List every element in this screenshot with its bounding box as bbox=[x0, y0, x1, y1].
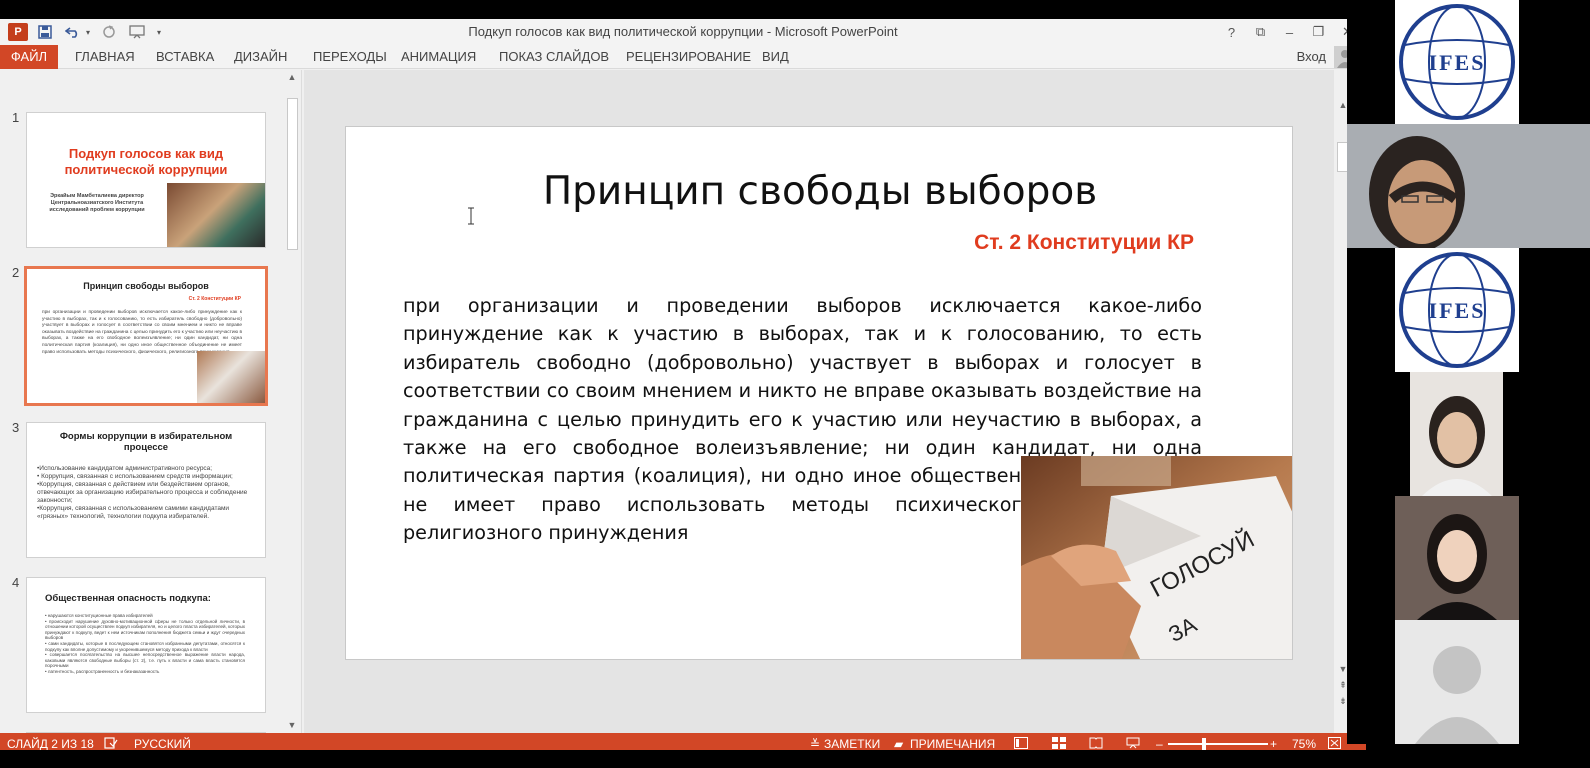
video-tile-logo[interactable]: IFES bbox=[1347, 0, 1590, 124]
ifes-logo: IFES bbox=[1395, 0, 1519, 124]
zoom-slider[interactable] bbox=[1168, 743, 1268, 745]
slide-counter[interactable]: СЛАЙД 2 ИЗ 18 bbox=[7, 737, 94, 750]
tab-review[interactable]: РЕЦЕНЗИРОВАНИЕ bbox=[626, 48, 751, 68]
ifes-logo-text: IFES bbox=[1429, 50, 1486, 75]
screen: P ▾ ▾ Подкуп голосов как вид политическо… bbox=[0, 0, 1590, 768]
slide-thumbnail-4[interactable]: Общественная опасность подкупа: • наруша… bbox=[26, 577, 266, 713]
current-slide[interactable]: Принцип свободы выборов Ст. 2 Конституци… bbox=[345, 126, 1293, 660]
tab-file[interactable]: ФАЙЛ bbox=[0, 45, 58, 69]
sign-in-link[interactable]: Вход bbox=[1297, 49, 1326, 64]
thumbnail-list-item: • совершается посягательство на высшее н… bbox=[45, 652, 245, 669]
comments-button[interactable]: ПРИМЕЧАНИЯ bbox=[910, 737, 995, 750]
thumbnail-body: при организации и проведении выборов иск… bbox=[42, 310, 242, 355]
slide-thumbnail-1[interactable]: Подкуп голосов как вид политической корр… bbox=[26, 112, 266, 248]
video-tile-participant-3[interactable] bbox=[1347, 496, 1590, 620]
spell-check-icon[interactable] bbox=[104, 737, 118, 750]
thumbnail-list: •Использование кандидатом административн… bbox=[37, 465, 259, 521]
zoom-level[interactable]: 75% bbox=[1292, 737, 1316, 750]
thumbnail-title: Общественная опасность подкупа: bbox=[45, 593, 211, 604]
thumbnail-list-item: • Коррупция, связанная с использованием … bbox=[37, 473, 233, 480]
thumbnail-number: 3 bbox=[12, 420, 20, 435]
zoom-slider-handle[interactable] bbox=[1202, 738, 1206, 750]
thumbnail-subtitle: Ст. 2 Конституции КР bbox=[188, 296, 241, 302]
title-bar: P ▾ ▾ Подкуп голосов как вид политическо… bbox=[0, 19, 1366, 45]
help-icon[interactable]: ? bbox=[1217, 25, 1246, 40]
notes-button[interactable]: ЗАМЕТКИ bbox=[824, 737, 880, 750]
tab-design[interactable]: ДИЗАЙН bbox=[234, 48, 287, 68]
window-controls: ? ⧉ – ❐ ✕ bbox=[1217, 19, 1362, 45]
fit-slide-icon[interactable] bbox=[1328, 737, 1341, 750]
tab-transitions[interactable]: ПЕРЕХОДЫ bbox=[313, 48, 387, 68]
reading-view-icon[interactable] bbox=[1089, 737, 1103, 750]
thumbnail-list-item: •Коррупция, связанная с действием или бе… bbox=[37, 481, 248, 504]
tab-animations[interactable]: АНИМАЦИЯ bbox=[401, 48, 476, 68]
thumbnail-scrollbar[interactable]: ▲ ▼ bbox=[285, 70, 299, 733]
thumbnail-photo bbox=[197, 351, 265, 403]
language-indicator[interactable]: РУССКИЙ bbox=[134, 737, 191, 750]
slide-thumbnail-pane: 1 Подкуп голосов как вид политической ко… bbox=[0, 70, 302, 733]
thumbnail-title: Подкуп голосов как вид политической корр… bbox=[64, 146, 228, 177]
thumbnail-list-item: • происходит нарушение духовно-мотивацио… bbox=[45, 618, 245, 641]
tab-home[interactable]: ГЛАВНАЯ bbox=[75, 48, 135, 68]
scroll-up-icon[interactable]: ▲ bbox=[285, 72, 299, 82]
tab-view[interactable]: ВИД bbox=[762, 48, 789, 68]
ribbon-display-options-icon[interactable]: ⧉ bbox=[1246, 24, 1275, 40]
comments-icon[interactable]: ▰ bbox=[894, 737, 903, 750]
zoom-out-icon[interactable]: – bbox=[1156, 737, 1163, 750]
status-bar: СЛАЙД 2 ИЗ 18 РУССКИЙ ≚ ЗАМЕТКИ ▰ ПРИМЕЧ… bbox=[0, 733, 1366, 750]
text-cursor-icon bbox=[468, 207, 474, 225]
slide-show-view-icon[interactable] bbox=[1126, 737, 1140, 750]
window-title: Подкуп голосов как вид политической корр… bbox=[468, 24, 898, 39]
slide-thumbnail-3[interactable]: Формы коррупции в избирательном процессе… bbox=[26, 422, 266, 558]
slide-title[interactable]: Принцип свободы выборов bbox=[346, 169, 1292, 214]
tab-slide-show[interactable]: ПОКАЗ СЛАЙДОВ bbox=[499, 48, 609, 68]
video-tile-participant-4[interactable] bbox=[1347, 620, 1590, 744]
restore-icon[interactable]: ❐ bbox=[1304, 24, 1333, 40]
ifes-logo-text: IFES bbox=[1429, 298, 1486, 323]
avatar-placeholder-icon bbox=[1395, 620, 1519, 744]
thumbnail-list-item: •Коррупция, связанная с использованием с… bbox=[37, 505, 230, 520]
thumbnail-list-item: • сами кандидаты, которые в последующем … bbox=[45, 640, 245, 652]
thumbnail-title: Формы коррупции в избирательном процессе bbox=[59, 431, 233, 453]
thumbnail-list: • нарушаются конституционные права избир… bbox=[45, 613, 245, 675]
thumbnail-number: 1 bbox=[12, 110, 20, 125]
ribbon-tabs: ФАЙЛ ГЛАВНАЯ ВСТАВКА ДИЗАЙН ПЕРЕХОДЫ АНИ… bbox=[0, 45, 1366, 69]
powerpoint-window: P ▾ ▾ Подкуп голосов как вид политическо… bbox=[0, 19, 1366, 750]
minimize-icon[interactable]: – bbox=[1275, 25, 1304, 40]
ifes-logo: IFES bbox=[1395, 248, 1519, 372]
slide-sorter-view-icon[interactable] bbox=[1052, 737, 1066, 750]
thumbnail-list-item: • латентность, распространенность и безн… bbox=[45, 668, 160, 674]
thumbnail-author: Эркайым Мамбеталиева директор Центрально… bbox=[49, 193, 145, 213]
slide-photo[interactable]: ГОЛОСУЙ ЗА bbox=[1021, 456, 1292, 659]
scrollbar-thumb[interactable] bbox=[287, 98, 298, 250]
slide-subtitle[interactable]: Ст. 2 Конституции КР bbox=[974, 231, 1194, 255]
tab-insert[interactable]: ВСТАВКА bbox=[156, 48, 214, 68]
thumbnail-number: 4 bbox=[12, 575, 20, 590]
video-tile-participant-2[interactable] bbox=[1347, 372, 1590, 496]
thumbnail-photo bbox=[167, 183, 265, 247]
notes-icon[interactable]: ≚ bbox=[810, 737, 820, 750]
video-tile-participant-1[interactable] bbox=[1347, 124, 1590, 248]
thumbnail-list-item: •Использование кандидатом административн… bbox=[37, 465, 213, 472]
thumbnail-number: 2 bbox=[12, 265, 20, 280]
scroll-down-icon[interactable]: ▼ bbox=[285, 720, 299, 730]
slide-thumbnail-2[interactable]: Принцип свободы выборов Ст. 2 Конституци… bbox=[24, 266, 268, 406]
zoom-in-icon[interactable]: + bbox=[1270, 737, 1277, 750]
thumbnail-title: Принцип свободы выборов bbox=[83, 281, 209, 291]
normal-view-icon[interactable] bbox=[1014, 737, 1028, 750]
slide-editing-area: Принцип свободы выборов Ст. 2 Конституци… bbox=[304, 70, 1334, 733]
video-tile-logo-2[interactable]: IFES bbox=[1347, 248, 1590, 372]
